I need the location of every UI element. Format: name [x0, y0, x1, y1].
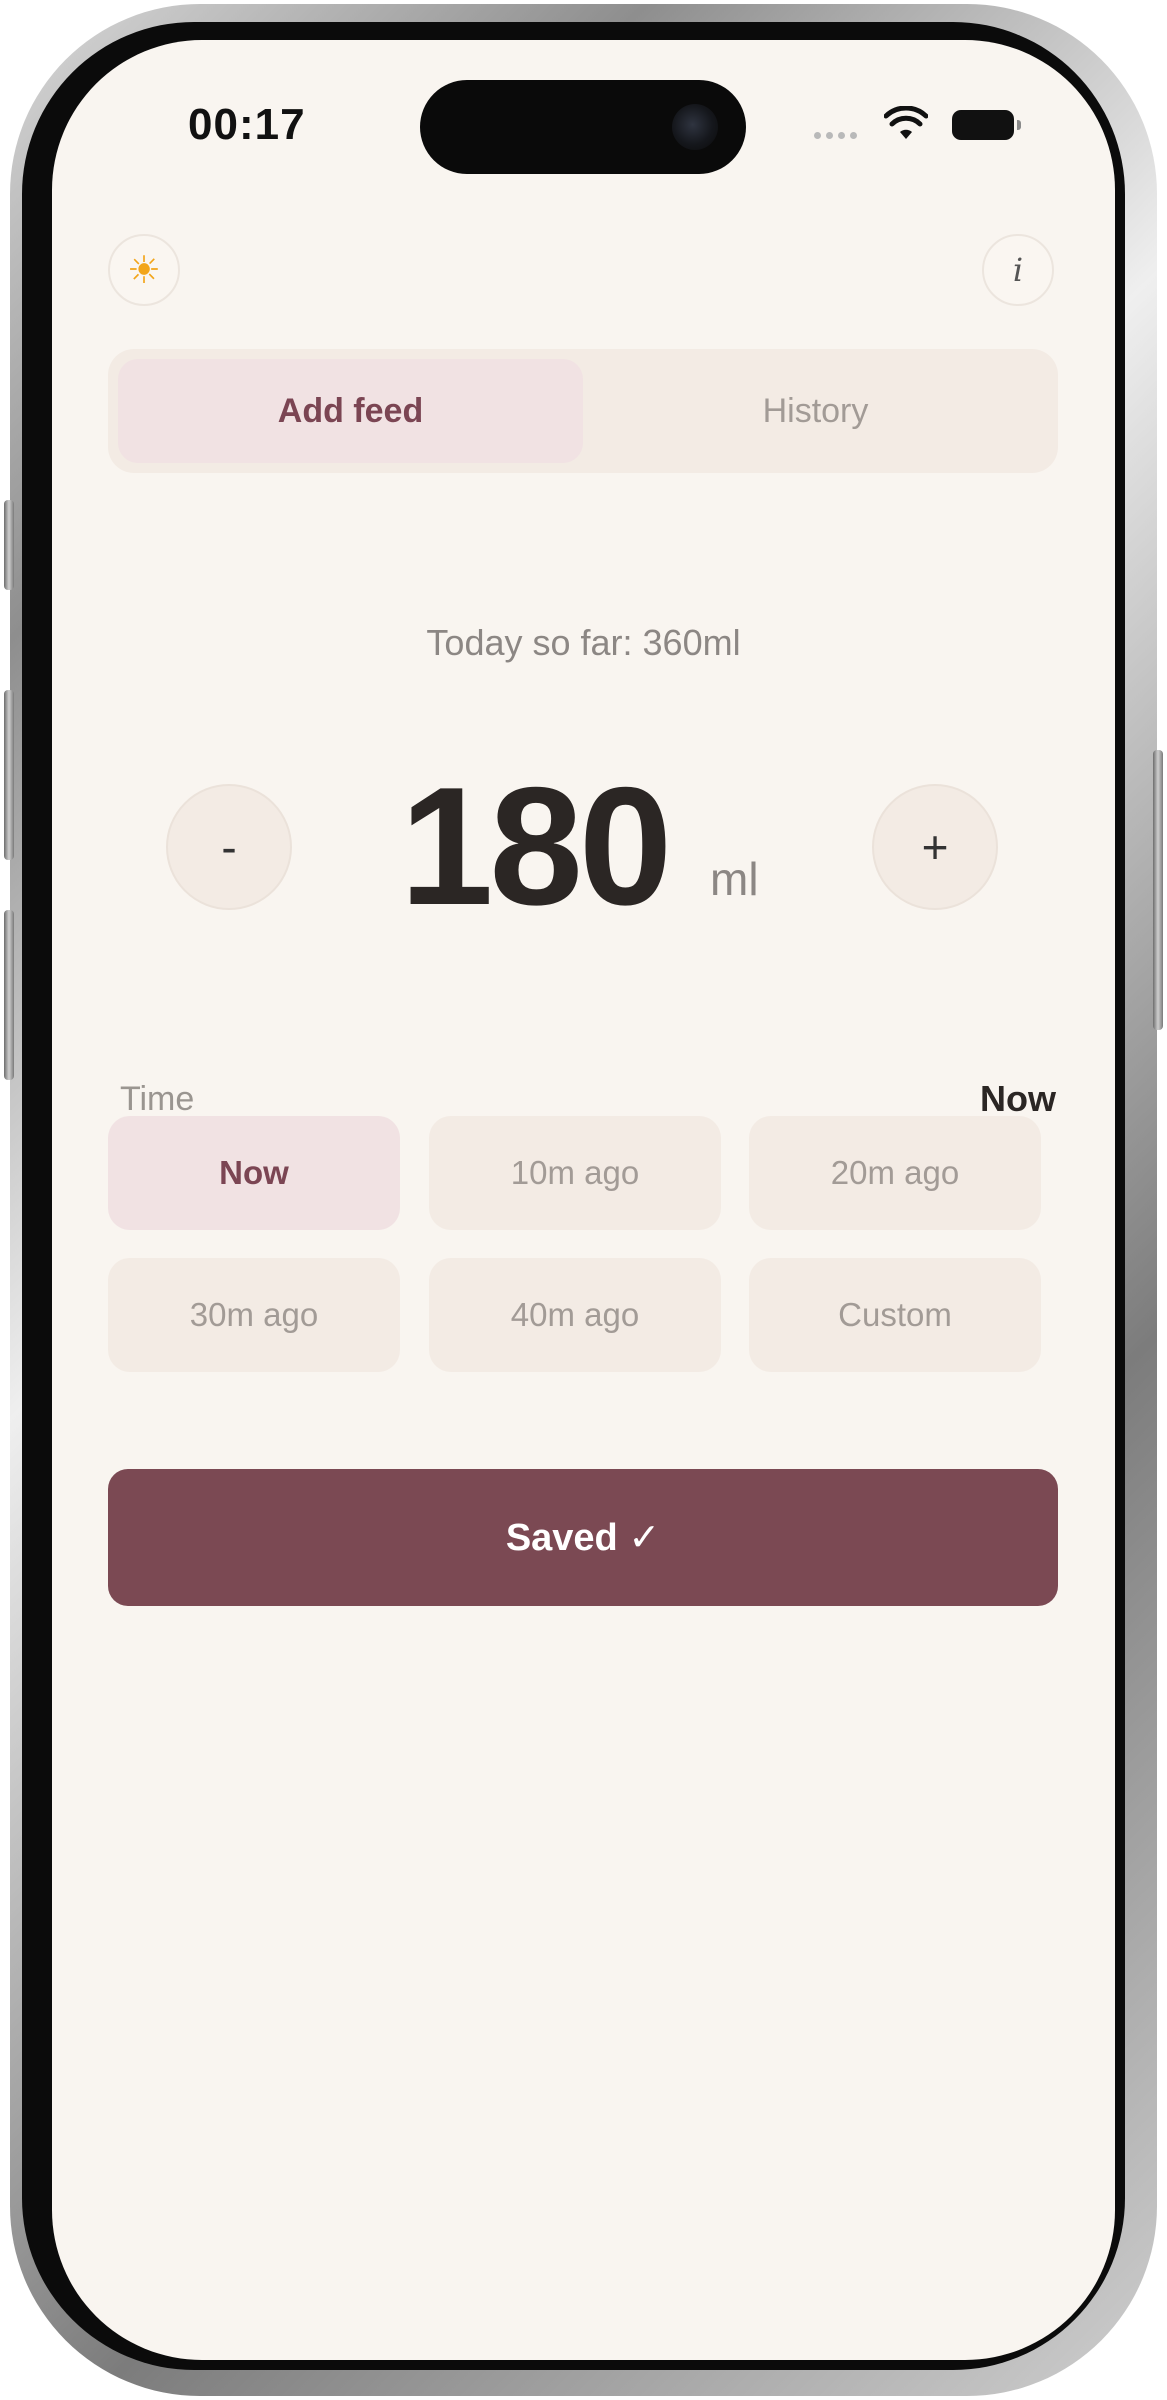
power-button [1153, 750, 1163, 1030]
save-button[interactable]: Saved ✓ [108, 1469, 1058, 1606]
time-option-custom[interactable]: Custom [749, 1258, 1041, 1372]
battery-icon [952, 110, 1021, 140]
amount-unit: ml [710, 853, 759, 905]
today-total: Today so far: 360ml [426, 622, 741, 663]
status-time: 00:17 [188, 100, 306, 149]
sun-icon[interactable]: ☀ [108, 234, 180, 306]
app-screen: 00:17 ☀ i Add feed History Today so far:… [52, 40, 1115, 2360]
wifi-icon [884, 106, 928, 139]
time-option-20m-ago[interactable]: 20m ago [749, 1116, 1041, 1230]
front-camera [672, 104, 718, 150]
action-button [4, 500, 14, 590]
time-selected-value: Now [980, 1078, 1056, 1119]
info-icon[interactable]: i [982, 234, 1054, 306]
increment-button[interactable]: + [872, 784, 998, 910]
tab-control: Add feed History [108, 349, 1058, 473]
decrement-button[interactable]: - [166, 784, 292, 910]
volume-up-button [4, 690, 14, 860]
signal-dots-icon [814, 132, 857, 139]
time-option-now[interactable]: Now [108, 1116, 400, 1230]
time-option-30m-ago[interactable]: 30m ago [108, 1258, 400, 1372]
tab-history[interactable]: History [583, 359, 1048, 463]
sun-icon-glyph: ☀ [126, 249, 162, 292]
time-option-10m-ago[interactable]: 10m ago [429, 1116, 721, 1230]
time-label: Time [120, 1080, 195, 1118]
time-option-40m-ago[interactable]: 40m ago [429, 1258, 721, 1372]
volume-down-button [4, 910, 14, 1080]
dynamic-island [420, 80, 746, 174]
info-icon-glyph: i [1012, 251, 1024, 289]
tab-add-feed[interactable]: Add feed [118, 359, 583, 463]
feed-amount: 180 [400, 752, 672, 940]
